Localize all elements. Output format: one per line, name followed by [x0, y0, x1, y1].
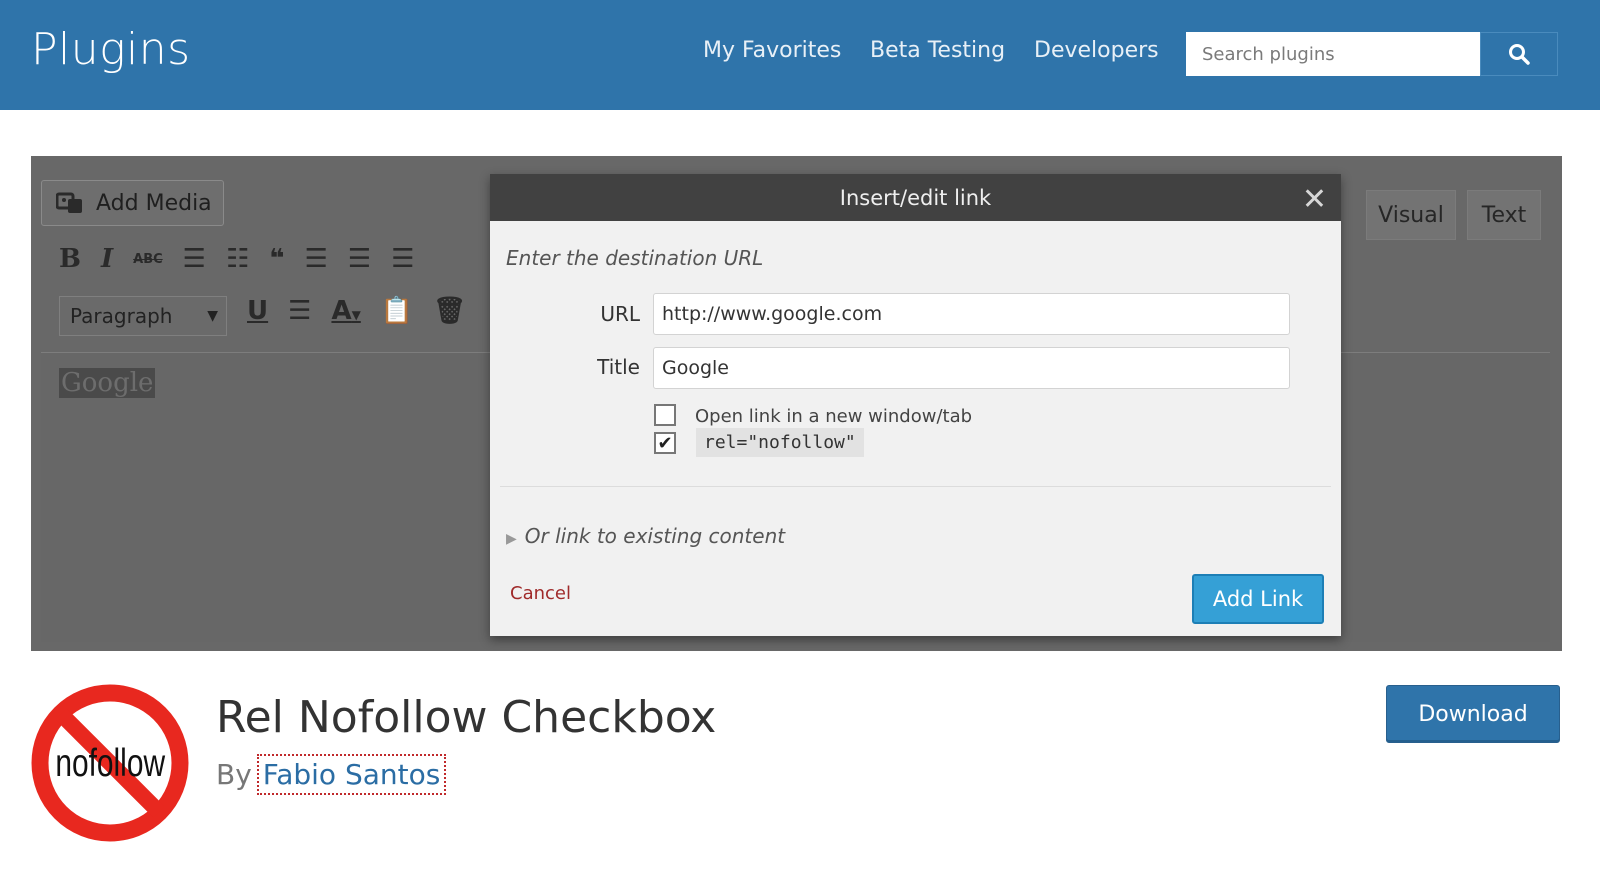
tab-visual: Visual	[1366, 190, 1456, 240]
add-media-button: Add Media	[41, 180, 224, 226]
bold-icon: B	[59, 244, 81, 274]
title-label: Title	[597, 355, 640, 379]
bullet-list-icon: ☰	[182, 244, 206, 274]
nav-developers[interactable]: Developers	[1034, 38, 1159, 63]
editor-toolbar-row1: B I ABC ☰ ☷ ❝ ☰ ☰ ☰	[59, 244, 415, 274]
plugin-byline: By Fabio Santos	[216, 754, 447, 795]
site-title[interactable]: Plugins	[31, 24, 191, 75]
download-button[interactable]: Download	[1386, 685, 1560, 743]
align-right-icon: ☰	[391, 244, 415, 274]
dialog-divider	[500, 486, 1331, 487]
media-icon	[56, 192, 82, 213]
align-left-icon: ☰	[304, 244, 328, 274]
checkmark-icon: ✔	[657, 432, 673, 454]
numbered-list-icon: ☷	[225, 244, 250, 274]
italic-icon: I	[100, 244, 114, 274]
paste-text-icon: 📋	[380, 296, 414, 326]
strikethrough-icon: ABC	[133, 252, 163, 267]
justify-icon: ☰	[288, 296, 312, 326]
search-button[interactable]	[1480, 32, 1558, 76]
chevron-down-icon: ▼	[207, 308, 218, 324]
clear-formatting-icon: 🗑	[433, 296, 467, 326]
existing-content-toggle: ▶ Or link to existing content	[506, 524, 785, 548]
url-field	[653, 293, 1290, 335]
paragraph-select-label: Paragraph	[70, 304, 173, 328]
search-icon	[1509, 44, 1530, 65]
add-media-label: Add Media	[96, 190, 212, 216]
nofollow-checkbox: ✔	[654, 432, 676, 454]
nofollow-label: rel="nofollow"	[696, 428, 864, 457]
dialog-title: Insert/edit link	[839, 185, 992, 210]
url-label: URL	[600, 302, 640, 326]
dialog-header: Insert/edit link ✕	[490, 174, 1341, 221]
destination-label: Enter the destination URL	[506, 246, 764, 270]
triangle-right-icon: ▶	[506, 531, 517, 547]
add-link-button: Add Link	[1192, 574, 1324, 624]
nav-beta-testing[interactable]: Beta Testing	[870, 38, 1005, 63]
plugin-title: Rel Nofollow Checkbox	[216, 692, 717, 743]
nav-my-favorites[interactable]: My Favorites	[703, 38, 841, 63]
existing-content-label: Or link to existing content	[524, 524, 786, 548]
insert-link-dialog: Insert/edit link ✕ Enter the destination…	[490, 174, 1341, 636]
selected-text: Google	[59, 368, 156, 398]
by-label: By	[216, 758, 252, 791]
site-header: Plugins My Favorites Beta Testing Develo…	[0, 0, 1600, 110]
close-icon: ✕	[1301, 182, 1327, 217]
new-window-label: Open link in a new window/tab	[695, 406, 973, 427]
text-color-icon: A▼	[331, 296, 361, 326]
align-center-icon: ☰	[347, 244, 372, 274]
title-field	[653, 347, 1290, 389]
plugin-icon: nofollow	[31, 684, 189, 842]
plugin-icon-text: nofollow	[55, 741, 165, 785]
paragraph-select: Paragraph ▼	[59, 296, 227, 336]
underline-icon: U	[247, 296, 269, 326]
search-input[interactable]	[1186, 32, 1480, 76]
author-link[interactable]: Fabio Santos	[256, 754, 447, 795]
editor-toolbar-row2: Paragraph ▼ U ☰ A▼ 📋 🗑	[59, 296, 466, 336]
blockquote-icon: ❝	[269, 244, 285, 274]
tab-text: Text	[1467, 190, 1541, 240]
cancel-link: Cancel	[510, 583, 571, 604]
new-window-checkbox	[654, 404, 676, 426]
